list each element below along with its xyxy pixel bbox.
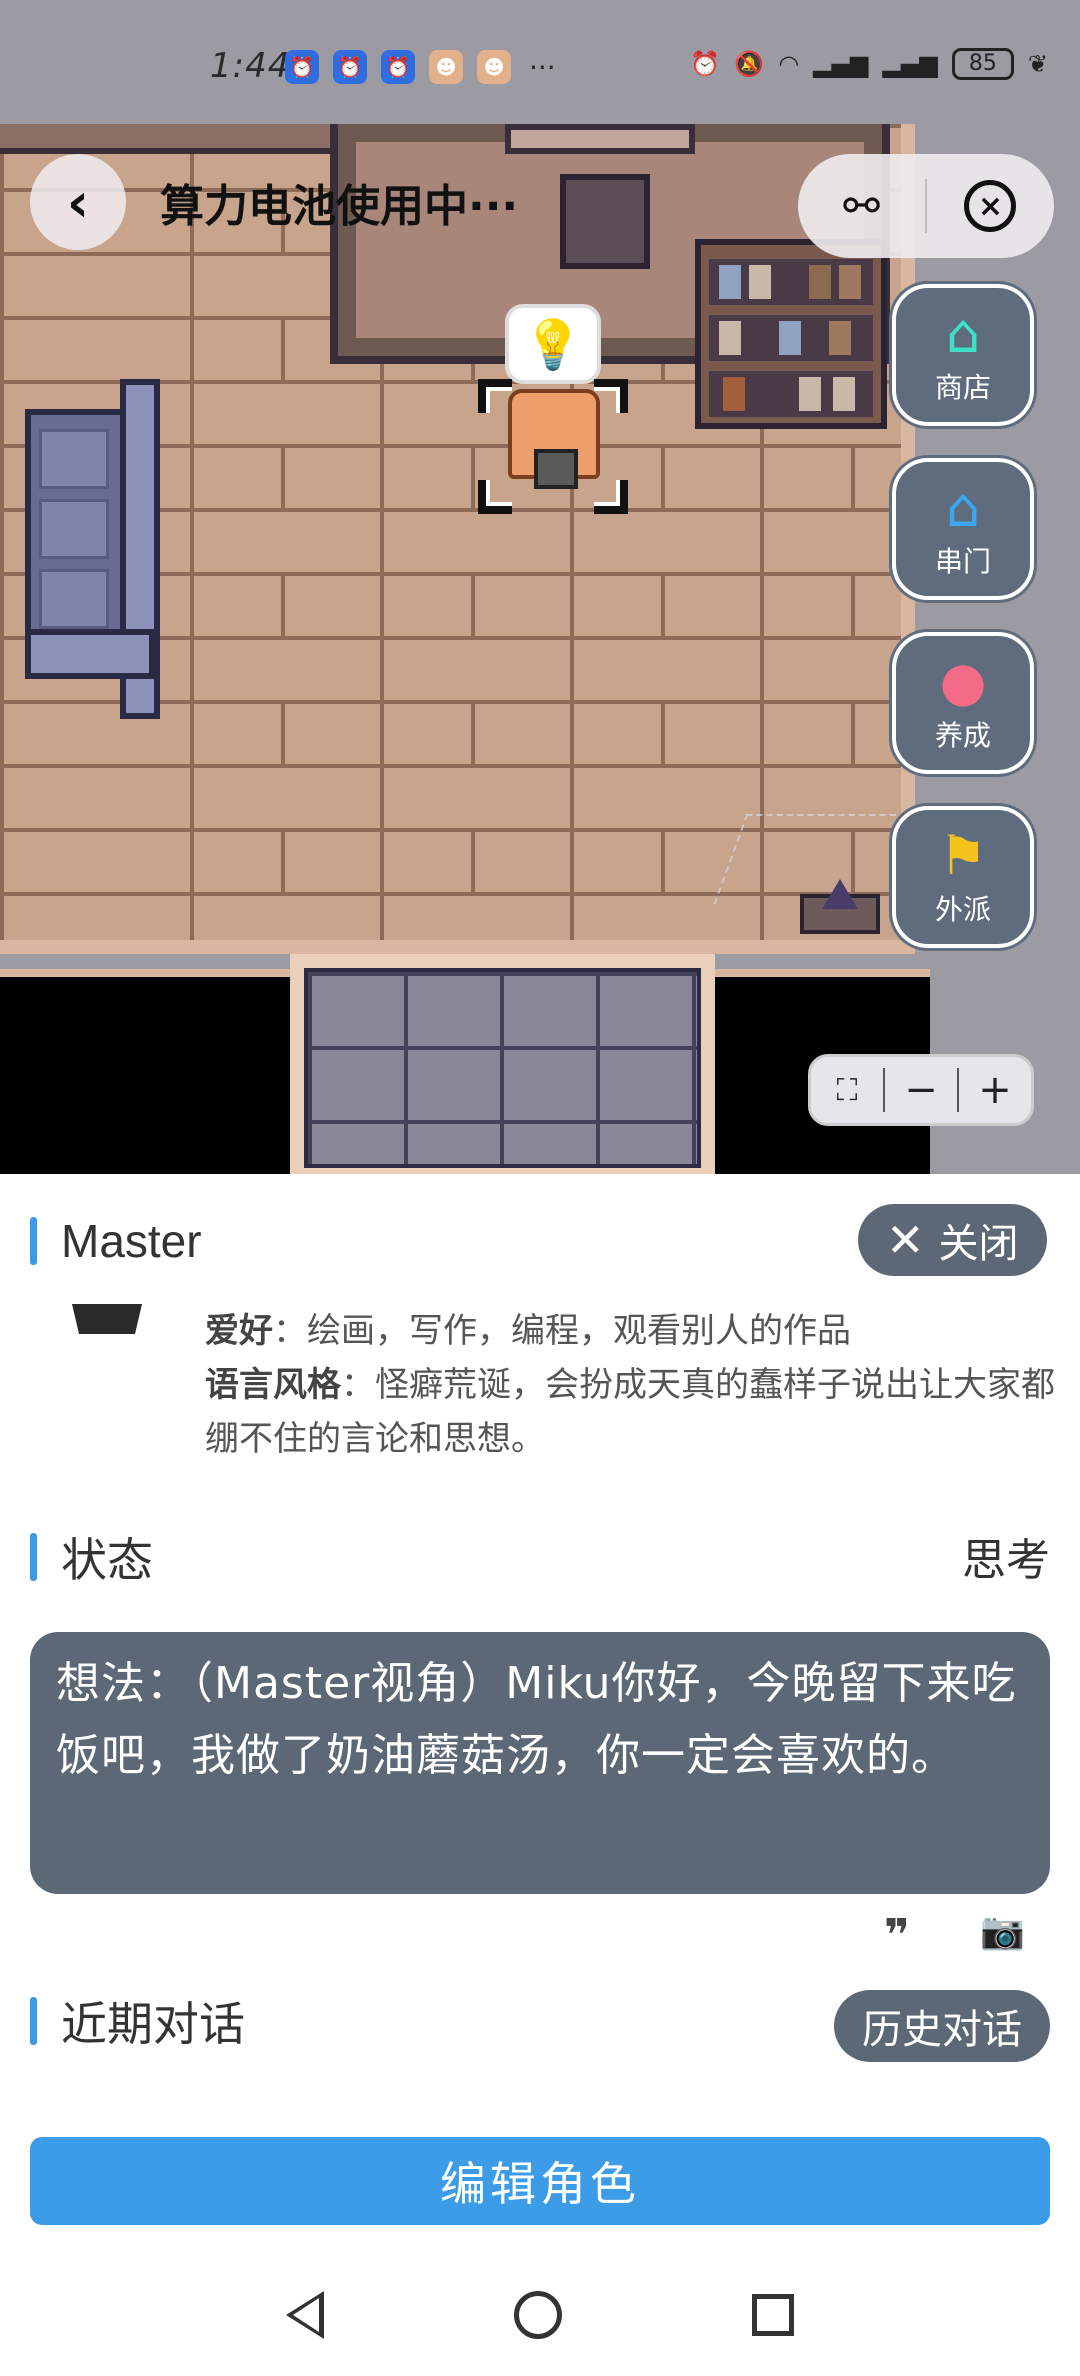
recent-title: 近期对话 — [61, 1998, 245, 2050]
lightbulb-icon: 💡 — [505, 304, 601, 384]
alarm-app-icon: ⏰ — [285, 50, 319, 84]
wall-segment — [0, 124, 345, 154]
flag-icon: ⚑ — [938, 824, 988, 887]
close-label: 关闭 — [938, 1221, 1019, 1267]
style-line: 语言风格：怪癖荒诞，会扮成天真的蠢样子说出让大家都绷不住的言论和思想。 — [205, 1358, 1055, 1466]
quote-icon[interactable]: ❞ — [884, 1910, 910, 1961]
alarm-clock-icon: ⏰ — [690, 50, 721, 78]
shop-icon: ⌂ — [945, 302, 981, 365]
history-button[interactable]: 历史对话 — [834, 1990, 1050, 2062]
side-menu-label: 养成 — [934, 719, 991, 752]
side-menu-label: 串门 — [934, 545, 991, 578]
character-profile: 爱好：绘画，写作，编程，观看别人的作品 语言风格：怪癖荒诞，会扮成天真的蠢样子说… — [205, 1304, 1055, 1466]
avatar — [72, 1304, 142, 1334]
close-icon: ✕ — [886, 1213, 925, 1267]
character-sprite[interactable]: 💡 — [478, 304, 628, 514]
exit-button[interactable]: × — [927, 154, 1054, 258]
history-label: 历史对话 — [862, 2007, 1022, 2053]
side-menu-label: 商店 — [934, 371, 991, 404]
recent-header: 近期对话 — [30, 1988, 245, 2054]
selection-corner — [478, 379, 512, 413]
hobby-value: ：绘画，写作，编程，观看别人的作品 — [273, 1311, 851, 1351]
status-title: 状态 — [61, 1534, 153, 1586]
close-circle-icon: × — [964, 180, 1017, 232]
side-menu-nurture[interactable]: ● 养成 — [892, 632, 1034, 774]
camera-icon[interactable]: 📷 — [980, 1910, 1025, 1952]
selection-corner — [478, 480, 512, 514]
leaf-icon: ❦ — [1027, 50, 1048, 78]
character-hat — [534, 449, 578, 489]
close-panel-button[interactable]: ✕ 关闭 — [858, 1204, 1047, 1276]
signal-4g-icon: ▂▄▆ — [882, 50, 938, 78]
name-header: Master — [30, 1214, 202, 1268]
house-heart-icon: ⌂ — [945, 476, 981, 539]
character-info-panel: Master ✕ 关闭 爱好：绘画，写作，编程，观看别人的作品 语言风格：怪癖荒… — [0, 1174, 1080, 2254]
thought-bubble: 想法：（Master视角）Miku你好，今晚留下来吃饭吧，我做了奶油蘑菇汤，你一… — [30, 1632, 1050, 1894]
game-app-icon: ☻ — [429, 50, 463, 84]
section-bar — [30, 1217, 37, 1265]
bookshelf[interactable] — [695, 239, 887, 429]
signal-4g-icon: ▂▄▆ — [813, 50, 869, 78]
mini-program-capsule: ⚯ × — [798, 154, 1054, 258]
share-icon: ⚯ — [843, 180, 880, 232]
nav-back-icon[interactable] — [286, 2291, 324, 2339]
selection-corner — [594, 379, 628, 413]
table-top — [505, 124, 695, 154]
doorway — [290, 954, 715, 1174]
back-button[interactable]: ‹ — [30, 154, 126, 250]
nav-home-icon[interactable] — [514, 2291, 562, 2339]
status-bar: 1:44 ⏰ ⏰ ⏰ ☻ ☻ ··· ⏰ 🔕 ◠ ▂▄▆ ▂▄▆ 85 ❦ — [0, 0, 1080, 124]
notification-icons: ⏰ ⏰ ⏰ ☻ ☻ ··· — [285, 50, 556, 84]
edit-character-button[interactable]: 编辑角色 — [30, 2137, 1050, 2225]
wifi-icon: ◠ — [778, 50, 800, 78]
zoom-out-button[interactable]: − — [885, 1067, 957, 1113]
chevron-left-icon: ‹ — [66, 170, 90, 234]
side-menu-visit[interactable]: ⌂ 串门 — [892, 458, 1034, 600]
zoom-in-button[interactable]: + — [959, 1067, 1031, 1113]
side-menu-label: 外派 — [934, 893, 991, 926]
side-menu-dispatch[interactable]: ⚑ 外派 — [892, 806, 1034, 948]
more-notifications-icon: ··· — [529, 50, 556, 84]
alarm-app-icon: ⏰ — [381, 50, 415, 84]
hobby-key: 爱好 — [205, 1311, 273, 1351]
section-bar — [30, 1997, 37, 2045]
alarm-app-icon: ⏰ — [333, 50, 367, 84]
system-nav-bar — [0, 2254, 1080, 2376]
style-key: 语言风格 — [205, 1365, 341, 1405]
system-icons: ⏰ 🔕 ◠ ▂▄▆ ▂▄▆ 85 ❦ — [690, 48, 1048, 80]
scene-title: 算力电池使用中··· — [160, 181, 519, 232]
table-leg — [560, 174, 650, 269]
character-name: Master — [61, 1215, 202, 1267]
void-area — [0, 969, 290, 1174]
fit-view-button[interactable]: ⛶ — [811, 1073, 883, 1108]
section-bar — [30, 1533, 37, 1581]
status-header: 状态 — [30, 1524, 153, 1590]
zoom-controls: ⛶ − + — [808, 1054, 1034, 1126]
side-menu-shop[interactable]: ⌂ 商店 — [892, 284, 1034, 426]
chair[interactable] — [25, 379, 165, 719]
mute-icon: 🔕 — [734, 50, 765, 78]
hobby-line: 爱好：绘画，写作，编程，观看别人的作品 — [205, 1304, 1055, 1358]
paw-icon: ● — [939, 650, 987, 713]
game-app-icon: ☻ — [477, 50, 511, 84]
nav-recents-icon[interactable] — [752, 2294, 794, 2336]
share-button[interactable]: ⚯ — [798, 154, 925, 258]
battery-icon: 85 — [951, 48, 1014, 80]
selection-corner — [594, 480, 628, 514]
status-time: 1:44 — [210, 46, 291, 86]
status-value: 思考 — [962, 1535, 1050, 1586]
